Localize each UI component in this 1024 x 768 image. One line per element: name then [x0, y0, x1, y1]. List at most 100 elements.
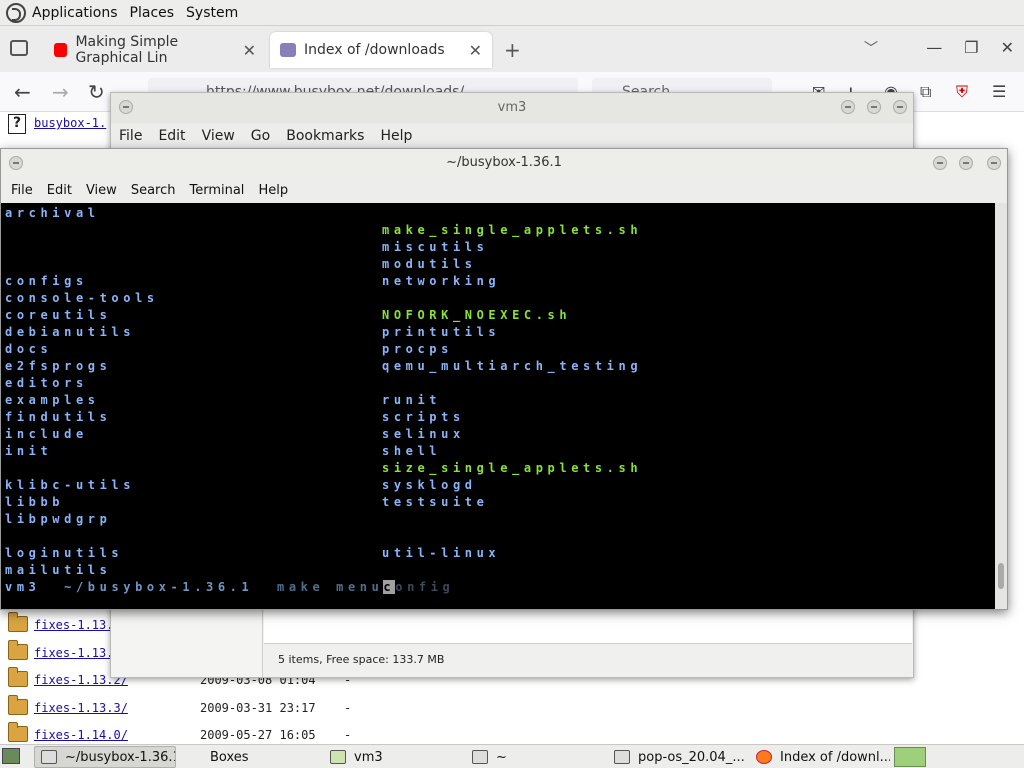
- window-title[interactable]: ~/busybox-1.36.1: [1, 149, 1007, 177]
- close-tab-icon[interactable]: ✕: [243, 41, 256, 60]
- top-panel: Applications Places System: [0, 0, 1024, 26]
- menu-search[interactable]: Search: [131, 183, 176, 198]
- close-icon[interactable]: ✕: [1001, 38, 1014, 57]
- terminal-entry: scripts: [382, 410, 465, 424]
- unknown-file-icon: ?: [8, 114, 26, 134]
- modified-date: 2009-05-27 16:05: [200, 728, 316, 742]
- terminal-entry: loginutils: [5, 546, 124, 560]
- folder-icon: [8, 640, 28, 660]
- menu-go[interactable]: Go: [251, 128, 270, 144]
- browser-tab-bar: Making Simple Graphical Lin ✕ Index of /…: [0, 26, 1024, 72]
- applications-menu[interactable]: Applications: [32, 5, 118, 21]
- terminal-cursor: c: [383, 580, 396, 594]
- new-tab-icon[interactable]: +: [504, 38, 521, 62]
- minimize-icon[interactable]: [841, 100, 855, 114]
- folder-icon: [8, 612, 28, 632]
- terminal-prompt[interactable]: vm3 ~/busybox-1.36.1 make menuconfig: [5, 579, 454, 596]
- reload-icon[interactable]: ↻: [88, 80, 105, 104]
- prompt-host: vm3: [5, 580, 41, 594]
- close-tab-icon[interactable]: ✕: [469, 41, 482, 60]
- back-icon[interactable]: ←: [14, 80, 31, 104]
- terminal-entry: include: [5, 427, 88, 441]
- folder-icon: [330, 750, 346, 764]
- browser-window-controls: — ❐ ✕: [926, 38, 1014, 57]
- workspace-switcher[interactable]: [894, 747, 926, 767]
- minimize-icon[interactable]: [933, 156, 947, 170]
- show-desktop-icon[interactable]: [2, 748, 20, 764]
- maximize-icon[interactable]: [959, 156, 973, 170]
- terminal-entry: util-linux: [382, 546, 501, 560]
- terminal-icon: [41, 750, 57, 764]
- task-boxes[interactable]: Boxes: [180, 746, 320, 768]
- terminal-entry: runit: [382, 393, 442, 407]
- system-menu[interactable]: System: [186, 5, 238, 21]
- task-label: vm3: [354, 749, 383, 765]
- file-size: -: [344, 728, 352, 742]
- folder-icon: [8, 667, 28, 687]
- menu-edit[interactable]: Edit: [158, 128, 185, 144]
- terminal-entry: coreutils: [5, 308, 112, 322]
- task-pop-os[interactable]: pop-os_20.04_...: [608, 746, 748, 768]
- terminal-entry: shell: [382, 444, 442, 458]
- forward-icon[interactable]: →: [52, 80, 69, 104]
- minimize-icon[interactable]: —: [926, 38, 942, 57]
- prompt-path: ~/busybox-1.36.1: [64, 580, 254, 594]
- menu-view[interactable]: View: [86, 183, 117, 198]
- terminal-entry: make_single_applets.sh: [382, 223, 643, 237]
- task-vm3[interactable]: vm3: [324, 746, 464, 768]
- disk-image-icon: [614, 750, 630, 764]
- ublock-icon[interactable]: ⛨: [956, 82, 968, 102]
- menu-view[interactable]: View: [202, 128, 235, 144]
- extensions-icon[interactable]: ⧉: [920, 82, 931, 102]
- browser-tab-youtube[interactable]: Making Simple Graphical Lin ✕: [44, 32, 266, 68]
- terminal-scrollbar[interactable]: [995, 203, 1007, 609]
- firefox-icon: [756, 750, 772, 764]
- terminal-entry: libbb: [5, 495, 65, 509]
- folder-link[interactable]: fixes-1.14.0/: [34, 728, 128, 742]
- terminal-entry: init: [5, 444, 53, 458]
- terminal-entry: e2fsprogs: [5, 359, 112, 373]
- menu-bookmarks[interactable]: Bookmarks: [286, 128, 364, 144]
- menu-bar: File Edit View Search Terminal Help: [1, 177, 1007, 203]
- places-menu[interactable]: Places: [130, 5, 175, 21]
- terminal-entry: size_single_applets.sh: [382, 461, 643, 475]
- file-link[interactable]: busybox-1.: [34, 116, 106, 130]
- task-browser[interactable]: Index of /downl...: [750, 746, 890, 768]
- terminal-entry: printutils: [382, 325, 501, 339]
- file-size: -: [344, 701, 352, 715]
- menu-bar: File Edit View Go Bookmarks Help: [111, 123, 913, 149]
- status-bar: 5 items, Free space: 133.7 MB: [264, 643, 912, 677]
- task-terminal[interactable]: ~/busybox-1.36.1: [34, 746, 176, 768]
- close-icon[interactable]: [893, 100, 907, 114]
- restore-icon[interactable]: ❐: [964, 38, 978, 57]
- task-label: pop-os_20.04_...: [638, 749, 745, 765]
- terminal-entry: editors: [5, 376, 88, 390]
- terminal-entry: sysklogd: [382, 478, 477, 492]
- terminal-entry: debianutils: [5, 325, 136, 339]
- window-menu-icon[interactable]: [119, 100, 133, 114]
- maximize-icon[interactable]: [867, 100, 881, 114]
- tab-list-icon[interactable]: [10, 40, 28, 56]
- terminal-output[interactable]: archival configs console-tools coreutils deb…: [1, 203, 995, 609]
- folder-icon: [8, 695, 28, 715]
- terminal-entry: NOFORK_NOEXEC.sh: [382, 308, 572, 322]
- browser-tab-downloads[interactable]: Index of /downloads ✕: [270, 32, 492, 68]
- menu-icon[interactable]: ☰: [992, 82, 1006, 101]
- folder-link[interactable]: fixes-1.13.3/: [34, 701, 128, 715]
- menu-edit[interactable]: Edit: [47, 183, 72, 198]
- menu-terminal[interactable]: Terminal: [189, 183, 244, 198]
- task-home-terminal[interactable]: ~: [466, 746, 606, 768]
- window-title[interactable]: vm3: [111, 93, 913, 123]
- menu-help[interactable]: Help: [258, 183, 288, 198]
- close-icon[interactable]: [987, 156, 1001, 170]
- tab-title: Making Simple Graphical Lin: [75, 34, 179, 66]
- terminal-entry: qemu_multiarch_testing: [382, 359, 643, 373]
- window-menu-icon[interactable]: [9, 156, 23, 170]
- menu-file[interactable]: File: [119, 128, 142, 144]
- menu-help[interactable]: Help: [380, 128, 412, 144]
- menu-file[interactable]: File: [11, 183, 33, 198]
- scrollbar-thumb[interactable]: [998, 563, 1004, 589]
- tab-title: Index of /downloads: [304, 42, 445, 58]
- system-logo-icon[interactable]: [6, 2, 26, 23]
- chevron-down-icon[interactable]: ﹀: [864, 38, 878, 58]
